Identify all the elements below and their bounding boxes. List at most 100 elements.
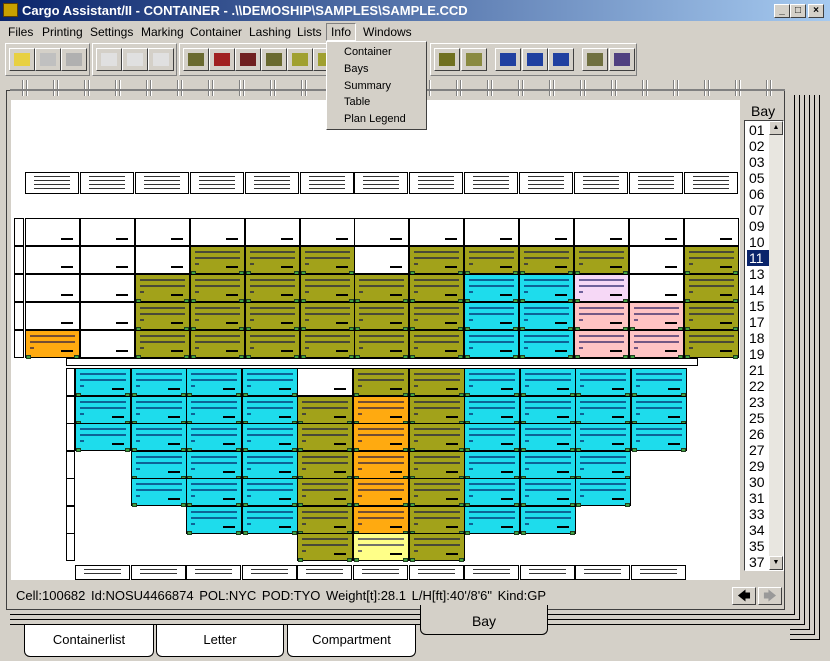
container-cell[interactable] <box>464 302 519 331</box>
container-cell[interactable] <box>300 302 355 331</box>
container-cell[interactable] <box>684 302 739 331</box>
bay-list-item[interactable]: 11 <box>747 250 769 266</box>
tab-containerlist[interactable]: Containerlist <box>24 625 154 657</box>
maximize-button[interactable]: □ <box>790 4 806 18</box>
container-cell[interactable] <box>464 395 520 425</box>
container-cell[interactable] <box>242 395 298 425</box>
container-cell[interactable] <box>575 450 631 480</box>
container-cell[interactable] <box>242 423 298 452</box>
menu-settings[interactable]: Settings <box>86 24 137 40</box>
container-cell[interactable] <box>575 368 631 397</box>
tab-letter[interactable]: Letter <box>156 625 284 657</box>
container-cell[interactable] <box>409 246 464 275</box>
bay-list-item[interactable]: 15 <box>747 298 769 314</box>
container-cell[interactable] <box>574 246 629 275</box>
container-cell[interactable] <box>575 395 631 425</box>
container-cell[interactable] <box>684 330 739 359</box>
container-cell[interactable] <box>297 450 353 480</box>
container-cell[interactable] <box>409 302 464 331</box>
bay-list-item[interactable]: 37 <box>747 554 769 570</box>
container-cell[interactable] <box>409 450 465 480</box>
container-cell[interactable] <box>464 330 519 359</box>
container-cell[interactable] <box>190 246 245 275</box>
container-cell[interactable] <box>574 274 629 303</box>
bay-list-item[interactable]: 06 <box>747 186 769 202</box>
container-cell[interactable] <box>631 423 687 452</box>
container-cell[interactable] <box>131 478 187 507</box>
menu-marking[interactable]: Marking <box>137 24 188 40</box>
bay-list-item[interactable]: 34 <box>747 522 769 538</box>
container-cell[interactable] <box>684 246 739 275</box>
bay-list-item[interactable]: 02 <box>747 138 769 154</box>
container-cell[interactable] <box>75 423 131 452</box>
container-cell[interactable] <box>245 218 300 246</box>
container-cell[interactable] <box>245 274 300 303</box>
container-cell[interactable] <box>242 450 298 480</box>
container-cell[interactable] <box>464 423 520 452</box>
container-cell[interactable] <box>353 478 409 507</box>
container-mark-check-button[interactable] <box>148 48 174 71</box>
container-cell[interactable] <box>520 395 576 425</box>
container-cell[interactable] <box>574 330 629 359</box>
bay-list-item[interactable]: 33 <box>747 506 769 522</box>
container-cell[interactable] <box>519 218 574 246</box>
bay-list-item[interactable]: 26 <box>747 426 769 442</box>
bay-list-item[interactable]: 09 <box>747 218 769 234</box>
container-cell[interactable] <box>245 246 300 275</box>
container-cell[interactable] <box>80 330 135 358</box>
menu-windows[interactable]: Windows <box>359 24 416 40</box>
container-cell[interactable] <box>186 478 242 507</box>
bay-list-item[interactable]: 17 <box>747 314 769 330</box>
container-cell[interactable] <box>25 274 80 302</box>
bay-plan-canvas[interactable] <box>11 100 740 580</box>
container-cell[interactable] <box>297 505 353 535</box>
scroll-up-icon[interactable]: ▲ <box>769 121 783 135</box>
bay-list-item[interactable]: 29 <box>747 458 769 474</box>
container-cell[interactable] <box>684 274 739 303</box>
container-cell[interactable] <box>135 302 190 331</box>
container-cell[interactable] <box>520 505 576 535</box>
container-cell[interactable] <box>131 395 187 425</box>
container-cell[interactable] <box>297 478 353 507</box>
bay-list-scrollbar[interactable]: ▲ ▼ <box>769 121 783 570</box>
container-cell[interactable] <box>135 246 190 274</box>
container-cell[interactable] <box>629 218 684 246</box>
container-mark-add-button[interactable] <box>122 48 148 71</box>
menu-printing[interactable]: Printing <box>38 24 87 40</box>
container-cell[interactable] <box>353 395 409 425</box>
bay-list-item[interactable]: 01 <box>747 122 769 138</box>
hold-section-button[interactable] <box>609 48 635 71</box>
bay-list-item[interactable]: 35 <box>747 538 769 554</box>
ship-top-button[interactable] <box>522 48 548 71</box>
ship-side-button[interactable] <box>495 48 521 71</box>
bay-list-item[interactable]: 27 <box>747 442 769 458</box>
container-cell[interactable] <box>464 246 519 275</box>
container-cell[interactable] <box>409 274 464 303</box>
container-cell[interactable] <box>629 246 684 274</box>
menu-item-table[interactable]: Table <box>344 96 370 108</box>
container-cell[interactable] <box>353 450 409 480</box>
container-cell[interactable] <box>186 450 242 480</box>
container-cell[interactable] <box>409 330 464 359</box>
bay-list-item[interactable]: 19 <box>747 346 769 362</box>
tab-compartment[interactable]: Compartment <box>287 625 416 657</box>
container-cell[interactable] <box>631 368 687 397</box>
container-cell[interactable] <box>25 246 80 274</box>
bay-list-item[interactable]: 23 <box>747 394 769 410</box>
container-cell[interactable] <box>297 395 353 425</box>
bay-list-item[interactable]: 18 <box>747 330 769 346</box>
container-cell[interactable] <box>354 274 409 303</box>
container-cell[interactable] <box>190 218 245 246</box>
container-cell[interactable] <box>520 478 576 507</box>
menu-item-bays[interactable]: Bays <box>344 63 368 75</box>
container-cell[interactable] <box>186 368 242 397</box>
print-preview-button[interactable] <box>35 48 61 71</box>
container-cell[interactable] <box>520 450 576 480</box>
container-cell[interactable] <box>409 533 465 562</box>
menu-lists[interactable]: Lists <box>293 24 326 40</box>
container-cell[interactable] <box>575 423 631 452</box>
lashing-button[interactable] <box>287 48 313 71</box>
container-cell[interactable] <box>464 478 520 507</box>
container-cell[interactable] <box>409 218 464 246</box>
bay-view-button[interactable] <box>434 48 460 71</box>
